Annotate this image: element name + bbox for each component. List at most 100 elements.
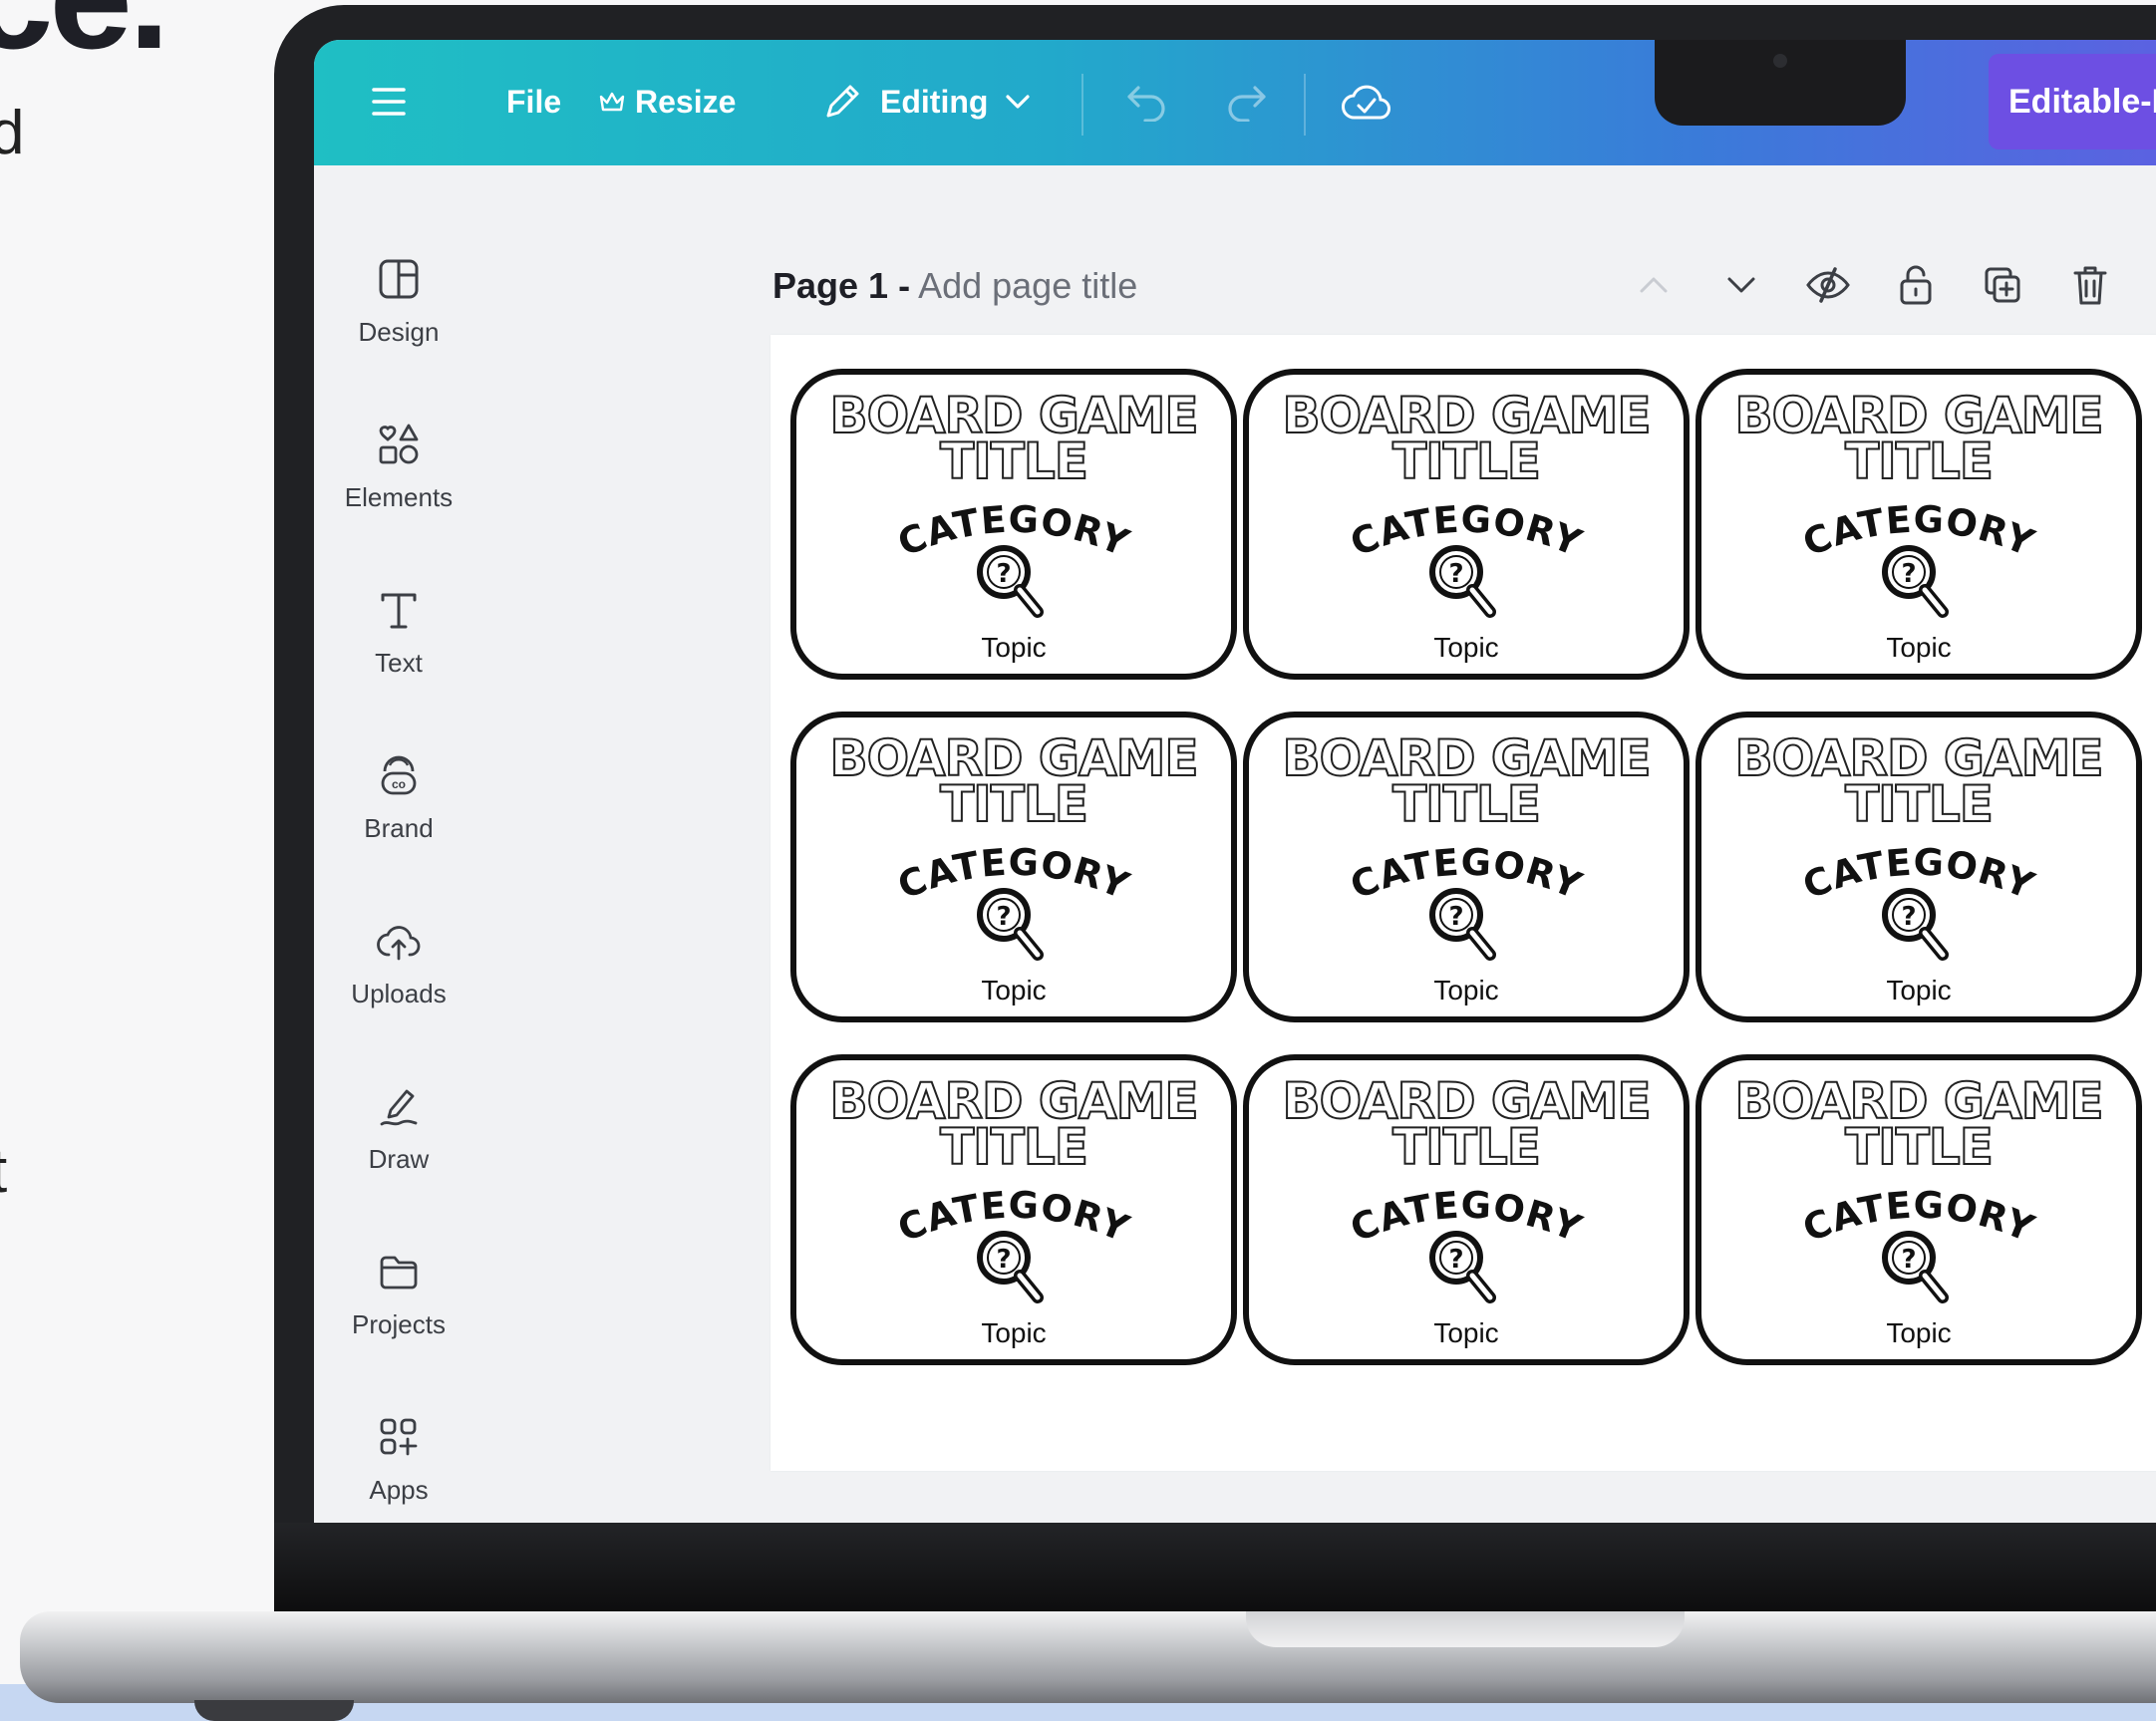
design-canvas-page[interactable]: BOARD GAME TITLE CATEGORY? Topic BOARD GAME T… — [770, 335, 2156, 1471]
magnifier-question-icon: ? — [1882, 545, 1949, 618]
card-topic: Topic — [981, 1317, 1047, 1348]
move-page-down-button[interactable] — [1717, 261, 1765, 309]
page-title-input[interactable]: Add page title — [918, 265, 1137, 306]
pencil-icon — [826, 85, 859, 118]
lock-page-button[interactable] — [1892, 261, 1940, 309]
eye-slash-icon — [1806, 267, 1850, 303]
sidebar-item-label: Apps — [369, 1475, 429, 1505]
sidebar-item-label: Uploads — [351, 979, 447, 1008]
resize-label: Resize — [635, 83, 737, 120]
undo-icon — [1127, 86, 1165, 122]
page-text-fragment: t — [0, 1136, 7, 1207]
magnifier-question-icon: ? — [977, 1231, 1044, 1303]
undo-button[interactable] — [1124, 82, 1170, 122]
sidebar-item-draw[interactable]: Draw — [314, 1082, 483, 1232]
magnifier-question-icon: ? — [1882, 1231, 1949, 1303]
card-title-line2: TITLE — [939, 1118, 1089, 1176]
laptop-base-notch — [1246, 1611, 1685, 1647]
sidebar-item-design[interactable]: Design — [314, 255, 483, 405]
game-card[interactable]: BOARD GAME TITLE CATEGORY? Topic — [1243, 1054, 1690, 1365]
sidebar-item-label: Projects — [352, 1309, 446, 1339]
svg-text:?: ? — [1448, 1245, 1463, 1275]
sidebar-item-apps[interactable]: Apps — [314, 1413, 483, 1523]
crown-icon — [599, 92, 625, 112]
magnifier-question-icon: ? — [1429, 1231, 1496, 1303]
magnifier-question-icon: ? — [1429, 545, 1496, 618]
card-topic: Topic — [1886, 975, 1952, 1005]
magnifier-question-icon: ? — [1882, 888, 1949, 961]
apps-icon — [375, 1413, 423, 1461]
svg-text:co: co — [392, 777, 406, 791]
page-number-label: Page 1 - — [772, 265, 911, 306]
page-heading-fragment: ce. — [0, 0, 170, 83]
design-title-button[interactable]: Editable-B — [1989, 54, 2156, 149]
sidebar-item-label: Elements — [344, 482, 454, 512]
page-title: Page 1 - Add page title — [772, 265, 1137, 307]
cloud-check-icon — [1342, 85, 1390, 120]
chevron-up-icon — [1640, 277, 1668, 293]
duplicate-icon — [1985, 267, 2020, 303]
game-card[interactable]: BOARD GAME TITLE CATEGORY? Topic — [1243, 369, 1690, 680]
menu-button[interactable] — [372, 82, 406, 122]
game-card[interactable]: BOARD GAME TITLE CATEGORY? Topic — [790, 369, 1237, 680]
card-topic: Topic — [1433, 1317, 1499, 1348]
card-title-line2: TITLE — [1844, 432, 1995, 490]
editing-label: Editing — [880, 83, 989, 120]
game-card[interactable]: BOARD GAME TITLE CATEGORY? Topic — [1695, 712, 2142, 1022]
resize-button[interactable]: Resize — [599, 82, 736, 122]
page-background — [0, 0, 299, 1694]
file-menu-button[interactable]: File — [506, 82, 561, 122]
sidebar-item-projects[interactable]: Projects — [314, 1248, 483, 1397]
svg-text:?: ? — [1448, 902, 1463, 932]
toolbar-divider — [1304, 74, 1306, 136]
save-status-button[interactable] — [1341, 82, 1392, 122]
chevron-down-icon — [1006, 95, 1031, 109]
text-icon — [375, 586, 423, 634]
game-card[interactable]: BOARD GAME TITLE CATEGORY? Topic — [1695, 369, 2142, 680]
redo-button[interactable] — [1223, 82, 1269, 122]
card-topic: Topic — [1886, 632, 1952, 663]
game-card[interactable]: BOARD GAME TITLE CATEGORY? Topic — [1243, 712, 1690, 1022]
svg-text:?: ? — [1448, 559, 1463, 589]
shapes-icon — [375, 421, 423, 468]
editor-sidebar: Design Elements Text co Brand Uploads Dr… — [314, 165, 483, 1523]
laptop-base — [20, 1611, 2156, 1703]
move-page-up-button[interactable] — [1630, 261, 1678, 309]
sidebar-item-label: Design — [358, 317, 440, 347]
chevron-down-icon — [1727, 277, 1755, 293]
game-card[interactable]: BOARD GAME TITLE CATEGORY? Topic — [1695, 1054, 2142, 1365]
trash-icon — [2073, 266, 2107, 305]
sidebar-item-text[interactable]: Text — [314, 586, 483, 735]
editing-mode-dropdown[interactable]: Editing — [822, 82, 1032, 122]
sidebar-item-elements[interactable]: Elements — [314, 421, 483, 570]
unlock-icon — [1900, 265, 1932, 305]
delete-page-button[interactable] — [2066, 261, 2114, 309]
page-text-fragment: d — [0, 99, 25, 167]
card-topic: Topic — [981, 975, 1047, 1005]
laptop-foot — [194, 1700, 354, 1721]
duplicate-page-button[interactable] — [1979, 261, 2026, 309]
magnifier-question-icon: ? — [977, 545, 1044, 618]
toolbar-divider — [1081, 74, 1083, 136]
sidebar-item-label: Draw — [368, 1144, 430, 1174]
card-topic: Topic — [981, 632, 1047, 663]
svg-text:?: ? — [1901, 1245, 1916, 1275]
game-card[interactable]: BOARD GAME TITLE CATEGORY? Topic — [790, 712, 1237, 1022]
magnifier-question-icon: ? — [977, 888, 1044, 961]
sidebar-item-uploads[interactable]: Uploads — [314, 917, 483, 1066]
hide-page-button[interactable] — [1804, 261, 1852, 309]
camera-notch — [1655, 40, 1906, 126]
sidebar-item-brand[interactable]: co Brand — [314, 751, 483, 901]
redo-icon — [1228, 86, 1266, 122]
magnifier-question-icon: ? — [1429, 888, 1496, 961]
card-title-line2: TITLE — [1391, 432, 1542, 490]
cloud-upload-icon — [375, 917, 423, 965]
pen-icon — [375, 1082, 423, 1130]
svg-text:?: ? — [1901, 902, 1916, 932]
card-title-line2: TITLE — [939, 432, 1089, 490]
sidebar-item-label: Text — [375, 648, 423, 678]
sidebar-item-label: Brand — [364, 813, 434, 843]
game-card[interactable]: BOARD GAME TITLE CATEGORY? Topic — [790, 1054, 1237, 1365]
layout-icon — [375, 255, 423, 303]
svg-text:?: ? — [996, 1245, 1011, 1275]
